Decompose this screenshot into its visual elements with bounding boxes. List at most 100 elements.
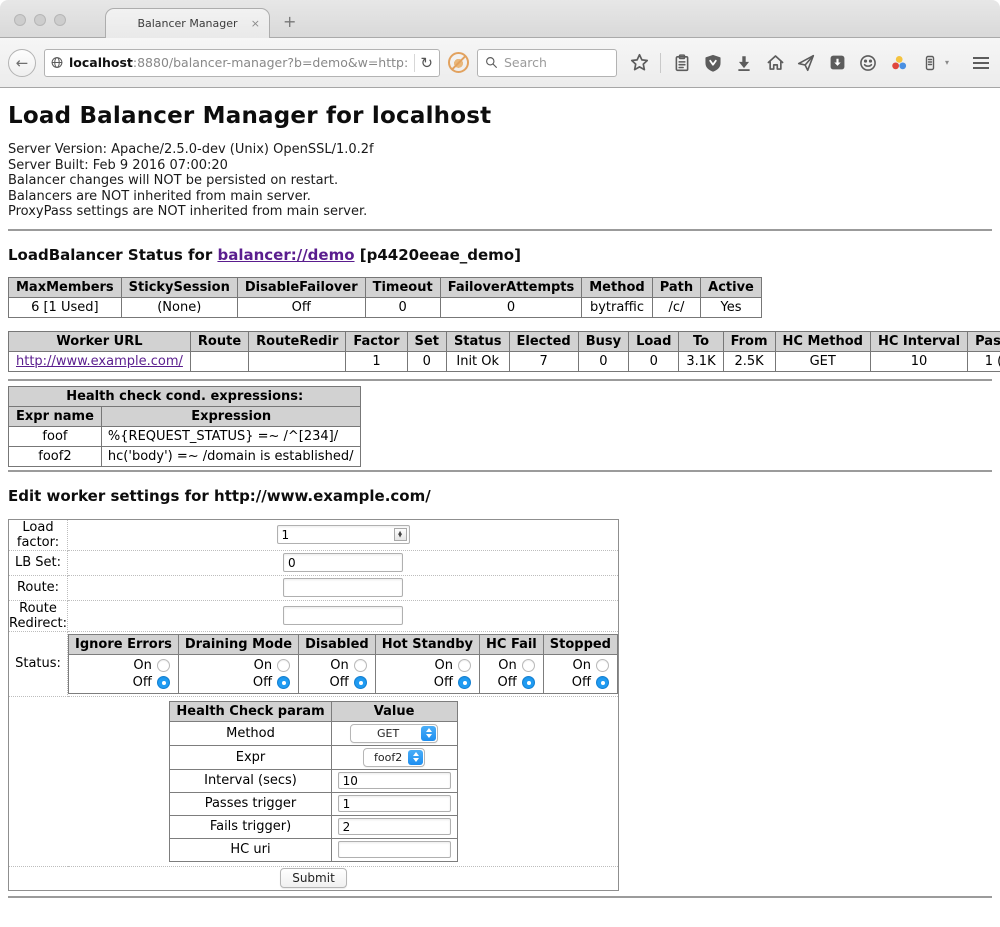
balancer-link[interactable]: balancer://demo [217, 246, 354, 264]
radio-draining-mode-off[interactable] [277, 676, 290, 689]
window-minimize-button[interactable] [34, 14, 46, 26]
worker-data-row: http://www.example.com/ 1 0 Init Ok 7 0 … [9, 351, 1000, 371]
radio-hot-standby-off[interactable] [458, 676, 471, 689]
caret-down-icon[interactable]: ▾ [945, 58, 949, 67]
hc-expr-label: Expr [170, 745, 331, 769]
radio-disabled-off[interactable] [354, 676, 367, 689]
status-cell-stopped: On Off [543, 654, 617, 693]
download-arrow-icon[interactable] [734, 53, 754, 73]
server-built-line: Server Built: Feb 9 2016 07:00:20 [8, 158, 992, 174]
radio-stopped-off[interactable] [596, 676, 609, 689]
expressions-table: Health check cond. expressions: Expr nam… [8, 386, 361, 467]
balancer-status-heading: LoadBalancer Status for balancer://demo … [8, 246, 992, 264]
balancer-table: MaxMembers StickySession DisableFailover… [8, 277, 762, 318]
divider [8, 229, 992, 231]
hc-interval-input[interactable] [338, 772, 451, 789]
radio-hc-fail-off[interactable] [522, 676, 535, 689]
worker-table: Worker URL Route RouteRedir Factor Set S… [8, 331, 1000, 372]
worker-settings-form: Load factor: ▲▼ LB Set: Route: Route Red… [8, 519, 619, 891]
hc-expr-select[interactable]: foof2 [363, 748, 425, 767]
search-bar[interactable]: Search [477, 49, 617, 77]
window-zoom-button[interactable] [54, 14, 66, 26]
page-title: Load Balancer Manager for localhost [8, 103, 992, 129]
balancer-data-row: 6 [1 Used] (None) Off 0 0 bytraffic /c/ … [9, 297, 762, 317]
hc-passes-label: Passes trigger [170, 792, 331, 815]
expr-row: foof2 hc('body') =~ /domain is establish… [9, 446, 361, 466]
divider [8, 470, 992, 472]
hc-method-label: Method [170, 721, 331, 745]
hc-passes-input[interactable] [338, 795, 451, 812]
persist-note-line: Balancer changes will NOT be persisted o… [8, 173, 992, 189]
route-redirect-label: Route Redirect: [9, 600, 68, 631]
new-tab-button[interactable]: + [283, 12, 296, 31]
content-blocked-icon[interactable] [448, 52, 469, 73]
radio-stopped-on[interactable] [596, 659, 609, 672]
divider [8, 896, 992, 898]
radio-ignore-errors-off[interactable] [157, 676, 170, 689]
expr-row: foof %{REQUEST_STATUS} =~ /^[234]/ [9, 426, 361, 446]
worker-header-row: Worker URL Route RouteRedir Factor Set S… [9, 331, 1000, 351]
number-stepper-icon[interactable]: ▲▼ [394, 528, 407, 541]
hc-method-select[interactable]: GET [350, 724, 438, 743]
status-cell-draining-mode: On Off [178, 654, 298, 693]
toolbar-divider [660, 53, 661, 73]
shield-icon[interactable] [703, 53, 723, 73]
browser-tab[interactable]: Balancer Manager × [105, 8, 270, 38]
proxypass-note-line: ProxyPass settings are NOT inherited fro… [8, 204, 992, 220]
radio-hot-standby-on[interactable] [458, 659, 471, 672]
load-factor-input[interactable] [277, 525, 410, 544]
star-icon[interactable] [629, 53, 649, 73]
inherit-note-line: Balancers are NOT inherited from main se… [8, 189, 992, 205]
clipboard-icon[interactable] [672, 53, 692, 73]
divider [8, 379, 992, 381]
back-button[interactable]: ← [8, 49, 36, 77]
home-icon[interactable] [765, 53, 785, 73]
load-factor-field: ▲▼ [277, 525, 410, 544]
lb-set-label: LB Set: [9, 550, 68, 575]
submit-button[interactable]: Submit [280, 868, 347, 888]
smiley-icon[interactable] [858, 53, 878, 73]
send-plane-icon[interactable] [796, 53, 816, 73]
load-factor-label: Load factor: [9, 519, 68, 550]
globe-icon [51, 55, 63, 70]
hc-uri-input[interactable] [338, 841, 451, 858]
search-icon [485, 56, 498, 69]
url-divider [414, 54, 415, 72]
edit-worker-heading: Edit worker settings for http://www.exam… [8, 487, 992, 505]
route-input[interactable] [283, 578, 403, 597]
toolbar-icons: ▾ [629, 53, 949, 73]
radio-hc-fail-on[interactable] [522, 659, 535, 672]
tab-title: Balancer Manager [137, 17, 237, 30]
lb-set-input[interactable] [283, 553, 403, 572]
radio-ignore-errors-on[interactable] [157, 659, 170, 672]
reload-icon[interactable]: ↻ [420, 54, 433, 72]
menu-icons [971, 53, 1000, 73]
expressions-title: Health check cond. expressions: [9, 386, 361, 406]
select-stepper-icon [421, 726, 436, 741]
radio-disabled-on[interactable] [354, 659, 367, 672]
status-cell-hc-fail: On Off [480, 654, 544, 693]
download-box-icon[interactable] [827, 53, 847, 73]
worker-url-link[interactable]: http://www.example.com/ [16, 354, 183, 369]
status-cell-disabled: On Off [299, 654, 376, 693]
tab-close-icon[interactable]: × [251, 17, 260, 30]
server-version-line: Server Version: Apache/2.5.0-dev (Unix) … [8, 142, 992, 158]
color-dots-icon[interactable] [889, 53, 909, 73]
route-redirect-input[interactable] [283, 606, 403, 625]
server-info: Server Version: Apache/2.5.0-dev (Unix) … [8, 142, 992, 220]
url-bar[interactable]: localhost:8880/balancer-manager?b=demo&w… [44, 49, 440, 77]
status-cell-ignore-errors: On Off [69, 654, 179, 693]
window-close-button[interactable] [14, 14, 26, 26]
battery-icon[interactable] [920, 53, 940, 73]
hc-fails-input[interactable] [338, 818, 451, 835]
tab-bar: Balancer Manager × + [0, 0, 1000, 38]
hc-interval-label: Interval (secs) [170, 769, 331, 792]
hc-fails-label: Fails trigger) [170, 815, 331, 838]
navigation-toolbar: ← localhost:8880/balancer-manager?b=demo… [0, 38, 1000, 88]
url-text: localhost:8880/balancer-manager?b=demo&w… [69, 55, 408, 70]
health-check-table: Health Check param Value Method GET [169, 701, 457, 862]
status-table: Ignore Errors Draining Mode Disabled Hot… [68, 634, 618, 694]
balancer-header-row: MaxMembers StickySession DisableFailover… [9, 277, 762, 297]
menu-hamburger-icon[interactable] [971, 53, 991, 73]
radio-draining-mode-on[interactable] [277, 659, 290, 672]
